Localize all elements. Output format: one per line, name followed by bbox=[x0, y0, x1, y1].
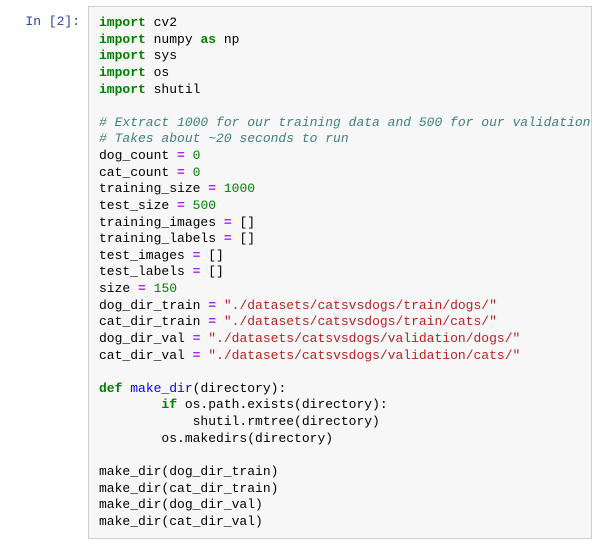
string-path-cats-val: "./datasets/catsvsdogs/validation/cats/" bbox=[208, 348, 520, 363]
keyword-def: def bbox=[99, 381, 122, 396]
num-0: 0 bbox=[193, 165, 201, 180]
call-make-dir-1: make_dir(dog_dir_train) bbox=[99, 464, 278, 479]
assign-op: = bbox=[224, 231, 232, 246]
keyword-import: import bbox=[99, 15, 146, 30]
var-cat-dir-train: cat_dir_train bbox=[99, 314, 208, 329]
input-prompt: In [2]: bbox=[8, 6, 88, 31]
module-os: os bbox=[154, 65, 170, 80]
string-path-cats-train: "./datasets/catsvsdogs/train/cats/" bbox=[224, 314, 497, 329]
keyword-as: as bbox=[200, 32, 216, 47]
assign-op: = bbox=[177, 165, 185, 180]
alias-np: np bbox=[224, 32, 240, 47]
call-makedirs: os.makedirs(directory) bbox=[161, 431, 333, 446]
keyword-import: import bbox=[99, 65, 146, 80]
var-test-labels: test_labels bbox=[99, 264, 193, 279]
module-shutil: shutil bbox=[154, 82, 201, 97]
code-block: import cv2 import numpy as np import sys… bbox=[99, 15, 581, 530]
function-params: (directory): bbox=[193, 381, 287, 396]
call-make-dir-3: make_dir(dog_dir_val) bbox=[99, 497, 263, 512]
function-name-make-dir: make_dir bbox=[130, 381, 192, 396]
assign-op: = bbox=[177, 148, 185, 163]
num-150: 150 bbox=[154, 281, 177, 296]
keyword-import: import bbox=[99, 32, 146, 47]
keyword-import: import bbox=[99, 82, 146, 97]
call-make-dir-4: make_dir(cat_dir_val) bbox=[99, 514, 263, 529]
num-500: 500 bbox=[193, 198, 216, 213]
var-dog-count: dog_count bbox=[99, 148, 177, 163]
var-cat-count: cat_count bbox=[99, 165, 177, 180]
assign-op: = bbox=[208, 298, 216, 313]
module-cv2: cv2 bbox=[154, 15, 177, 30]
var-dog-dir-train: dog_dir_train bbox=[99, 298, 208, 313]
var-dog-dir-val: dog_dir_val bbox=[99, 331, 193, 346]
assign-op: = bbox=[208, 314, 216, 329]
var-training-labels: training_labels bbox=[99, 231, 224, 246]
call-make-dir-2: make_dir(cat_dir_train) bbox=[99, 481, 278, 496]
assign-op: = bbox=[138, 281, 146, 296]
var-training-images: training_images bbox=[99, 215, 224, 230]
var-cat-dir-val: cat_dir_val bbox=[99, 348, 193, 363]
string-path-dogs-val: "./datasets/catsvsdogs/validation/dogs/" bbox=[208, 331, 520, 346]
num-1000: 1000 bbox=[224, 181, 255, 196]
assign-op: = bbox=[208, 181, 216, 196]
string-path-dogs-train: "./datasets/catsvsdogs/train/dogs/" bbox=[224, 298, 497, 313]
call-rmtree: shutil.rmtree(directory) bbox=[193, 414, 380, 429]
module-numpy: numpy bbox=[154, 32, 193, 47]
var-test-images: test_images bbox=[99, 248, 193, 263]
if-condition: os.path.exists(directory): bbox=[177, 397, 388, 412]
code-input-area[interactable]: import cv2 import numpy as np import sys… bbox=[88, 6, 592, 539]
prompt-label: In [2]: bbox=[25, 14, 80, 29]
keyword-if: if bbox=[161, 397, 177, 412]
var-training-size: training_size bbox=[99, 181, 208, 196]
num-0: 0 bbox=[193, 148, 201, 163]
module-sys: sys bbox=[154, 48, 177, 63]
var-test-size: test_size bbox=[99, 198, 177, 213]
var-size: size bbox=[99, 281, 138, 296]
assign-op: = bbox=[177, 198, 185, 213]
comment-line-2: # Takes about ~20 seconds to run bbox=[99, 131, 349, 146]
comment-line-1: # Extract 1000 for our training data and… bbox=[99, 115, 592, 130]
keyword-import: import bbox=[99, 48, 146, 63]
assign-op: = bbox=[224, 215, 232, 230]
notebook-cell: In [2]: import cv2 import numpy as np im… bbox=[0, 0, 600, 547]
